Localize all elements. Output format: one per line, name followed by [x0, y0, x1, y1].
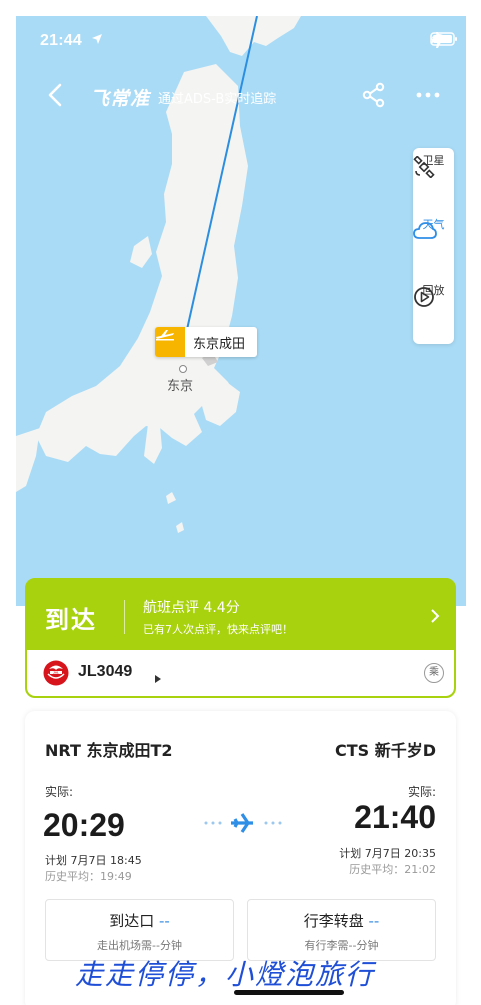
flight-map[interactable]: 东京成田 东京 21:44 飞常准 通过ADS-B实时追踪 卫星 天气 回放: [16, 16, 466, 606]
arrival-planned: 计划 7月7日 20:35: [339, 847, 436, 860]
departure-planned: 计划 7月7日 18:45: [45, 854, 142, 867]
more-button[interactable]: [414, 81, 442, 109]
chevron-left-icon: [48, 83, 62, 107]
satellite-icon: [413, 156, 435, 178]
nav-bar: 飞常准 通过ADS-B实时追踪: [16, 74, 466, 118]
nav-subtitle: 通过ADS-B实时追踪: [158, 92, 277, 107]
map-tools-panel: 卫星 天气 回放: [413, 148, 454, 344]
weather-button[interactable]: 天气: [413, 214, 454, 274]
baggage-value: --: [368, 912, 380, 930]
flight-number-row[interactable]: JAL JL3049 乘: [27, 650, 454, 696]
status-header[interactable]: 到达 航班点评 4.4分 已有7人次点评，快来点评吧！: [27, 580, 454, 650]
watermark-text: 走走停停，小燈泡旅行: [75, 958, 376, 991]
app-screen: 东京成田 东京 21:44 飞常准 通过ADS-B实时追踪 卫星 天气 回放 到…: [16, 16, 466, 1005]
airport-marker[interactable]: 东京成田: [155, 327, 258, 357]
flight-state: 到达: [45, 606, 97, 634]
baggage-carousel-box[interactable]: 行李转盘 -- 有行李需--分钟: [247, 899, 436, 961]
chevron-right-icon: [430, 608, 440, 628]
flight-status-card[interactable]: 到达 航班点评 4.4分 已有7人次点评，快来点评吧！ JAL JL3049 乘: [25, 578, 456, 698]
arrival-time: 21:40: [354, 799, 436, 835]
exit-gate-sub: 走出机场需--分钟: [97, 939, 182, 952]
arrival-actual-label: 实际:: [407, 785, 436, 799]
baggage-title: 行李转盘 --: [303, 912, 380, 930]
status-bar: 21:44: [16, 16, 466, 66]
flight-rating: 航班点评 4.4分: [143, 600, 240, 616]
status-time: 21:44: [40, 32, 82, 49]
share-button[interactable]: [360, 81, 388, 109]
back-button[interactable]: [44, 82, 70, 108]
rating-subtext: 已有7人次点评，快来点评吧！: [143, 623, 293, 636]
exit-gate-title: 到达口 --: [109, 912, 170, 930]
caret-right-icon: [155, 668, 161, 687]
departure-actual-label: 实际:: [45, 785, 74, 799]
jal-logo-icon: JAL: [43, 660, 69, 686]
svg-text:JAL: JAL: [53, 671, 59, 675]
baggage-sub: 有行李需--分钟: [304, 939, 379, 952]
app-brand: 飞常准: [90, 89, 151, 110]
city-label: 东京: [167, 379, 194, 394]
arrival-airport: CTS 新千岁D: [334, 741, 436, 760]
play-icon: [414, 287, 434, 307]
flight-number: JL3049: [78, 663, 133, 680]
airport-plane-icon: [155, 327, 185, 357]
cloud-icon: [413, 222, 437, 239]
replay-button[interactable]: 回放: [413, 280, 454, 340]
satellite-button[interactable]: 卫星: [413, 150, 454, 210]
city-dot: [179, 365, 187, 373]
ride-button[interactable]: 乘: [424, 663, 444, 683]
departure-time: 20:29: [43, 807, 125, 843]
exit-gate-value: --: [158, 912, 170, 930]
status-divider: [124, 600, 125, 634]
departure-history: 历史平均：19:49: [45, 870, 132, 883]
share-icon: [362, 82, 385, 108]
airport-marker-label: 东京成田: [193, 336, 246, 352]
exit-gate-box[interactable]: 到达口 -- 走出机场需--分钟: [45, 899, 234, 961]
more-dots-icon: [416, 92, 440, 98]
departure-airport: NRT 东京成田T2: [45, 741, 173, 760]
plane-route-icon: [203, 811, 283, 839]
arrival-history: 历史平均：21:02: [349, 863, 436, 876]
